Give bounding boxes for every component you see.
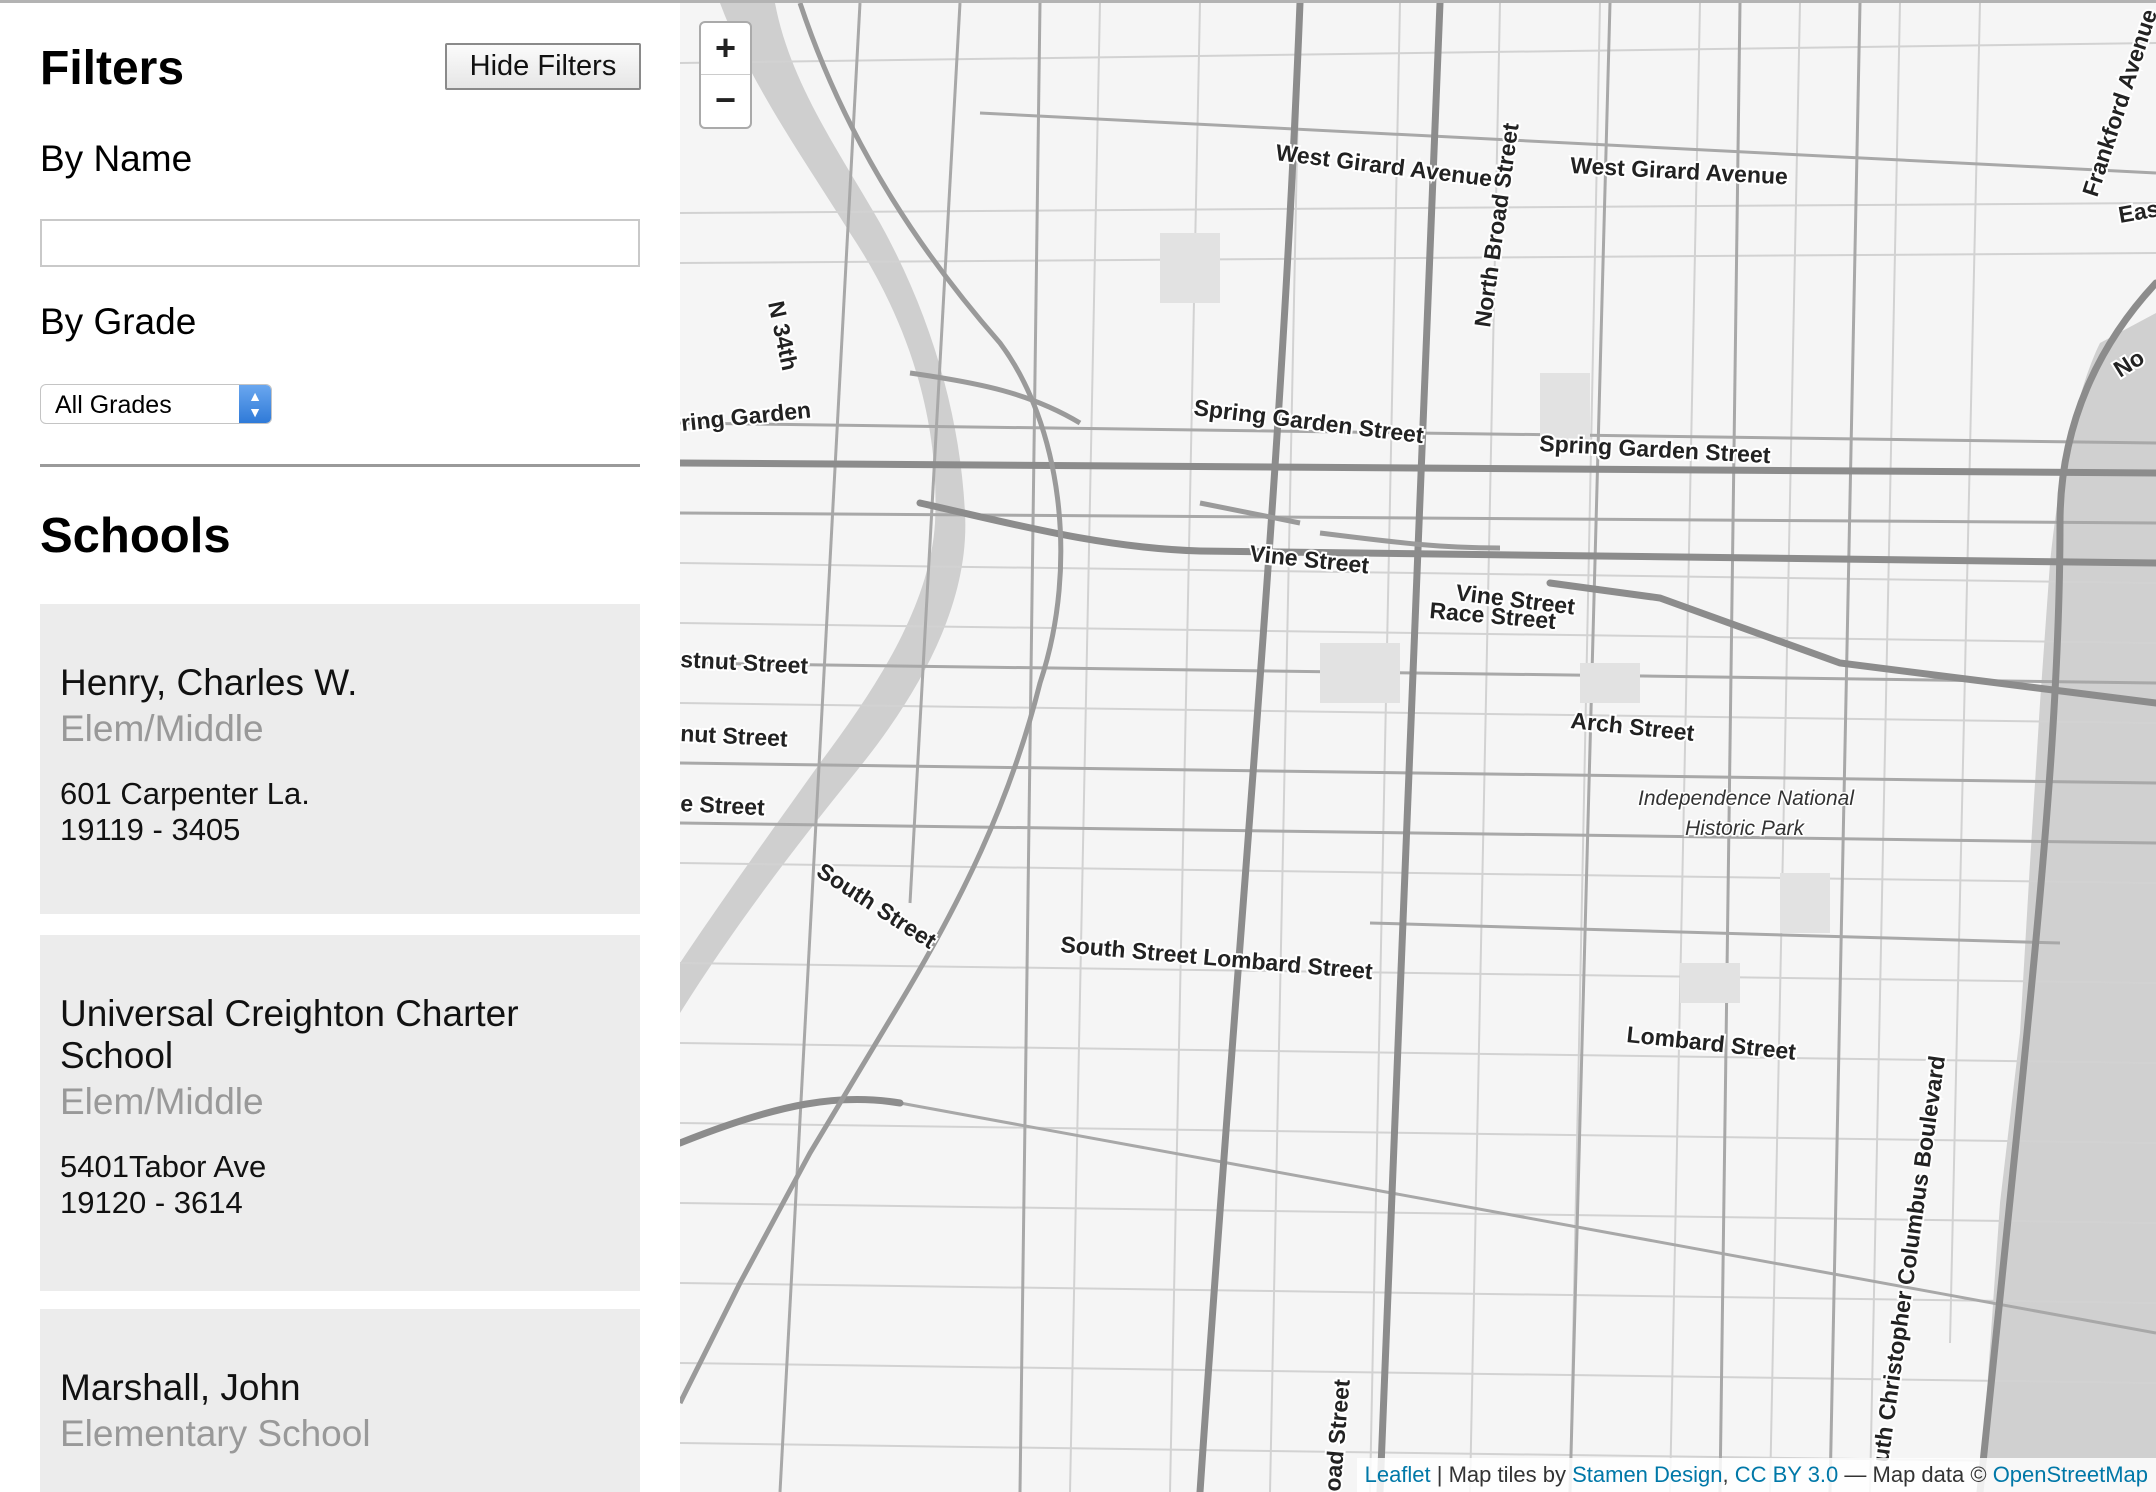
school-address: 601 Carpenter La. [60,776,310,811]
schools-title: Schools [40,509,231,563]
street-label: e Street [680,790,766,820]
map[interactable]: West Girard Avenue West Girard Avenue No… [680,3,2156,1492]
school-type: Elem/Middle [60,708,264,749]
school-zip: 19120 - 3614 [60,1185,243,1220]
school-name: Marshall, John [60,1367,301,1408]
park-label: Historic Park [1685,817,1806,840]
zoom-control: + − [699,21,752,129]
attribution-text: , [1722,1462,1735,1487]
school-card[interactable]: Henry, Charles W. Elem/Middle 601 Carpen… [40,604,640,914]
filters-title: Filters [40,42,185,95]
school-card[interactable]: Marshall, John Elementary School [40,1309,640,1492]
attribution-text: | Map tiles by [1430,1462,1573,1487]
zoom-in-button[interactable]: + [701,23,750,75]
map-tiles: West Girard Avenue West Girard Avenue No… [680,3,2156,1492]
zoom-out-button[interactable]: − [701,75,750,127]
school-name: Universal Creighton Charter School [60,993,519,1076]
select-arrows-icon: ▲ ▼ [239,385,271,423]
hide-filters-button[interactable]: Hide Filters [445,43,641,90]
school-type: Elementary School [60,1413,371,1454]
school-address: 5401Tabor Ave [60,1149,267,1184]
grade-select-value: All Grades [55,391,172,419]
leaflet-link[interactable]: Leaflet [1365,1462,1431,1487]
school-card[interactable]: Universal Creighton Charter School Elem/… [40,935,640,1291]
park-label: Independence National [1638,787,1855,810]
school-zip: 19119 - 3405 [60,812,241,847]
name-filter-input[interactable] [40,219,640,267]
grade-select[interactable]: All Grades ▲ ▼ [40,384,272,424]
cc-link[interactable]: CC BY 3.0 [1735,1462,1839,1487]
school-type: Elem/Middle [60,1081,264,1122]
sidebar: Filters Hide Filters By Name By Grade Al… [0,3,680,1492]
divider [40,464,640,467]
osm-link[interactable]: OpenStreetMap [1993,1462,2148,1487]
school-name: Henry, Charles W. [60,662,358,703]
stamen-link[interactable]: Stamen Design [1572,1462,1722,1487]
by-grade-label: By Grade [40,301,197,342]
map-attribution: Leaflet | Map tiles by Stamen Design, CC… [1356,1458,2156,1492]
attribution-text: — Map data © [1838,1462,1993,1487]
by-name-label: By Name [40,138,193,179]
